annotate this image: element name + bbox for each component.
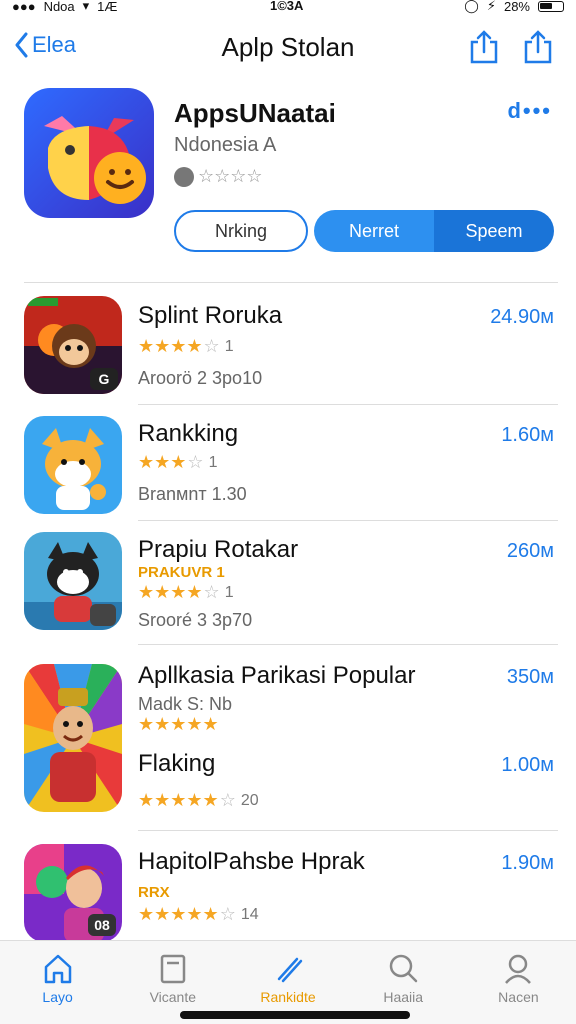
person-icon [505,954,532,984]
tab-home[interactable]: Layo [0,941,115,1024]
app-icon-badge: G [99,371,110,387]
document-icon [160,954,186,984]
home-indicator [180,1011,410,1019]
app-rating: ★★★★ ☆ 1 [138,336,234,357]
star-icons: ★★★★ [138,582,203,602]
app-tag: PRAKUVR 1 [138,564,225,581]
list-item[interactable]: Apllkasia Parikasi Popular 350м Madk S: … [0,662,576,812]
app-rating: ★★★★★ ☆ 20 [138,790,259,811]
star-icons: ★★★★★ [138,714,219,734]
app-subtitle: Branмnт 1.30 [138,484,247,504]
share-icon [470,30,498,64]
rating-count: 20 [240,791,259,809]
star-empty-icon: ☆ [203,336,220,356]
home-icon [44,954,71,984]
app-icon [24,416,122,514]
tab-label: Rankidte [260,989,316,1005]
more-button[interactable]: d••• [507,98,552,124]
star-icons: ★★★ [138,452,187,472]
segment-newest[interactable]: Nerret [314,210,434,252]
app-title: Rankking [138,420,239,447]
app-icon: G [24,296,122,394]
tab-profile[interactable]: Nacen [461,941,576,1024]
featured-app-title: AppsUNaatai [174,98,336,128]
app-icon: 08 [24,844,122,942]
star-icons: ★★★★★ [138,904,219,924]
share-icon [524,30,552,64]
featured-app: AppsUNaatai Ndonesia A ☆☆☆☆ d••• Nrking … [0,86,576,266]
wifi-icon: ▾ [82,0,90,13]
rating-stars: ☆☆☆☆ [198,166,263,186]
clock: 1©3A [270,0,304,13]
app-icon [24,532,122,630]
app-size: 260м [506,540,554,562]
app-size: 1.00м [501,754,554,776]
location-icon: ◯ [464,0,479,13]
tab-label: Layo [42,989,73,1005]
list-item[interactable]: 08 HapitolPahsbe Hprak 1.90м RRX ★★★★★ ☆… [0,844,576,942]
star-icons: ★★★★ [138,336,203,356]
app-subtitle: Madk S: Nb [138,694,233,714]
rating-count: 1 [208,453,218,471]
featured-app-icon[interactable] [24,88,154,218]
featured-app-rating: ☆☆☆☆ [174,166,263,187]
rating-count: 1 [224,337,234,355]
battery-icon [538,0,564,12]
app-size: 1.90м [501,852,554,874]
tab-label: Haaiia [383,989,424,1005]
share-alt-button[interactable] [522,30,554,64]
app-title: Prapiu Rotakar [138,536,299,563]
app-title: Apllkasia Parikasi Popular [138,662,416,689]
segment-control: Nrking Nerret Speem [174,210,554,252]
network-label: 1Æ [97,0,118,14]
app-icon [24,664,122,812]
app-size: 1.60м [501,424,554,446]
app-tag: RRX [138,884,170,901]
signal-icon: ●●● [12,0,36,14]
app-subtitle: Aroorö 2 3po10 [138,368,263,388]
app-rating: ★★★ ☆ 1 [138,452,217,473]
list-item[interactable]: Prapiu Rotakar 260м PRAKUVR 1 ★★★★ ☆ 1 S… [0,532,576,634]
divider [138,520,558,521]
app-icon-badge: 08 [94,917,110,933]
battery-percent: 28% [503,0,530,14]
app-title-secondary: Flaking [138,750,216,777]
star-empty-icon: ☆ [187,452,204,472]
app-size: 24.90м [490,306,554,328]
rating-badge-icon [174,166,194,187]
divider [24,282,558,283]
featured-app-developer: Ndonesia A [174,134,277,156]
search-icon [389,954,418,983]
segment-special[interactable]: Speem [434,210,554,252]
status-bar: ●●● Ndoa ▾ 1Æ 1©3A ◯ ⚡ 28% [0,0,576,14]
segment-ranking[interactable]: Nrking [174,210,308,252]
tab-label: Vicante [149,989,197,1005]
star-empty-icon: ☆ [219,790,236,810]
bolt-icon: ⚡ [486,0,496,13]
app-rating: ★★★★★ ☆ 14 [138,904,259,925]
app-title: Splint Roruka [138,302,283,329]
pencil-icon [277,957,303,983]
app-title: HapitolPahsbe Hprak [138,848,365,875]
list-item[interactable]: G Splint Roruka 24.90м ★★★★ ☆ 1 Aroorö 2… [0,296,576,396]
app-subtitle: Srooré 3 3p70 [138,610,253,630]
divider [138,404,558,405]
star-empty-icon: ☆ [203,582,220,602]
rating-count: 1 [224,583,234,601]
share-button[interactable] [468,30,500,64]
divider [138,644,558,645]
star-icons: ★★★★★ [138,790,219,810]
navigation-bar: Elea Aplp Stolan [0,28,576,72]
divider [138,830,558,831]
app-rating: ★★★★★ [138,714,219,735]
app-rating: ★★★★ ☆ 1 [138,582,234,603]
star-empty-icon: ☆ [219,904,236,924]
list-item[interactable]: Rankking 1.60м ★★★ ☆ 1 Branмnт 1.30 [0,416,576,514]
carrier-label: Ndoa [43,0,75,14]
rating-count: 14 [240,905,259,923]
tab-label: Nacen [498,989,539,1005]
app-size: 350м [506,666,554,688]
